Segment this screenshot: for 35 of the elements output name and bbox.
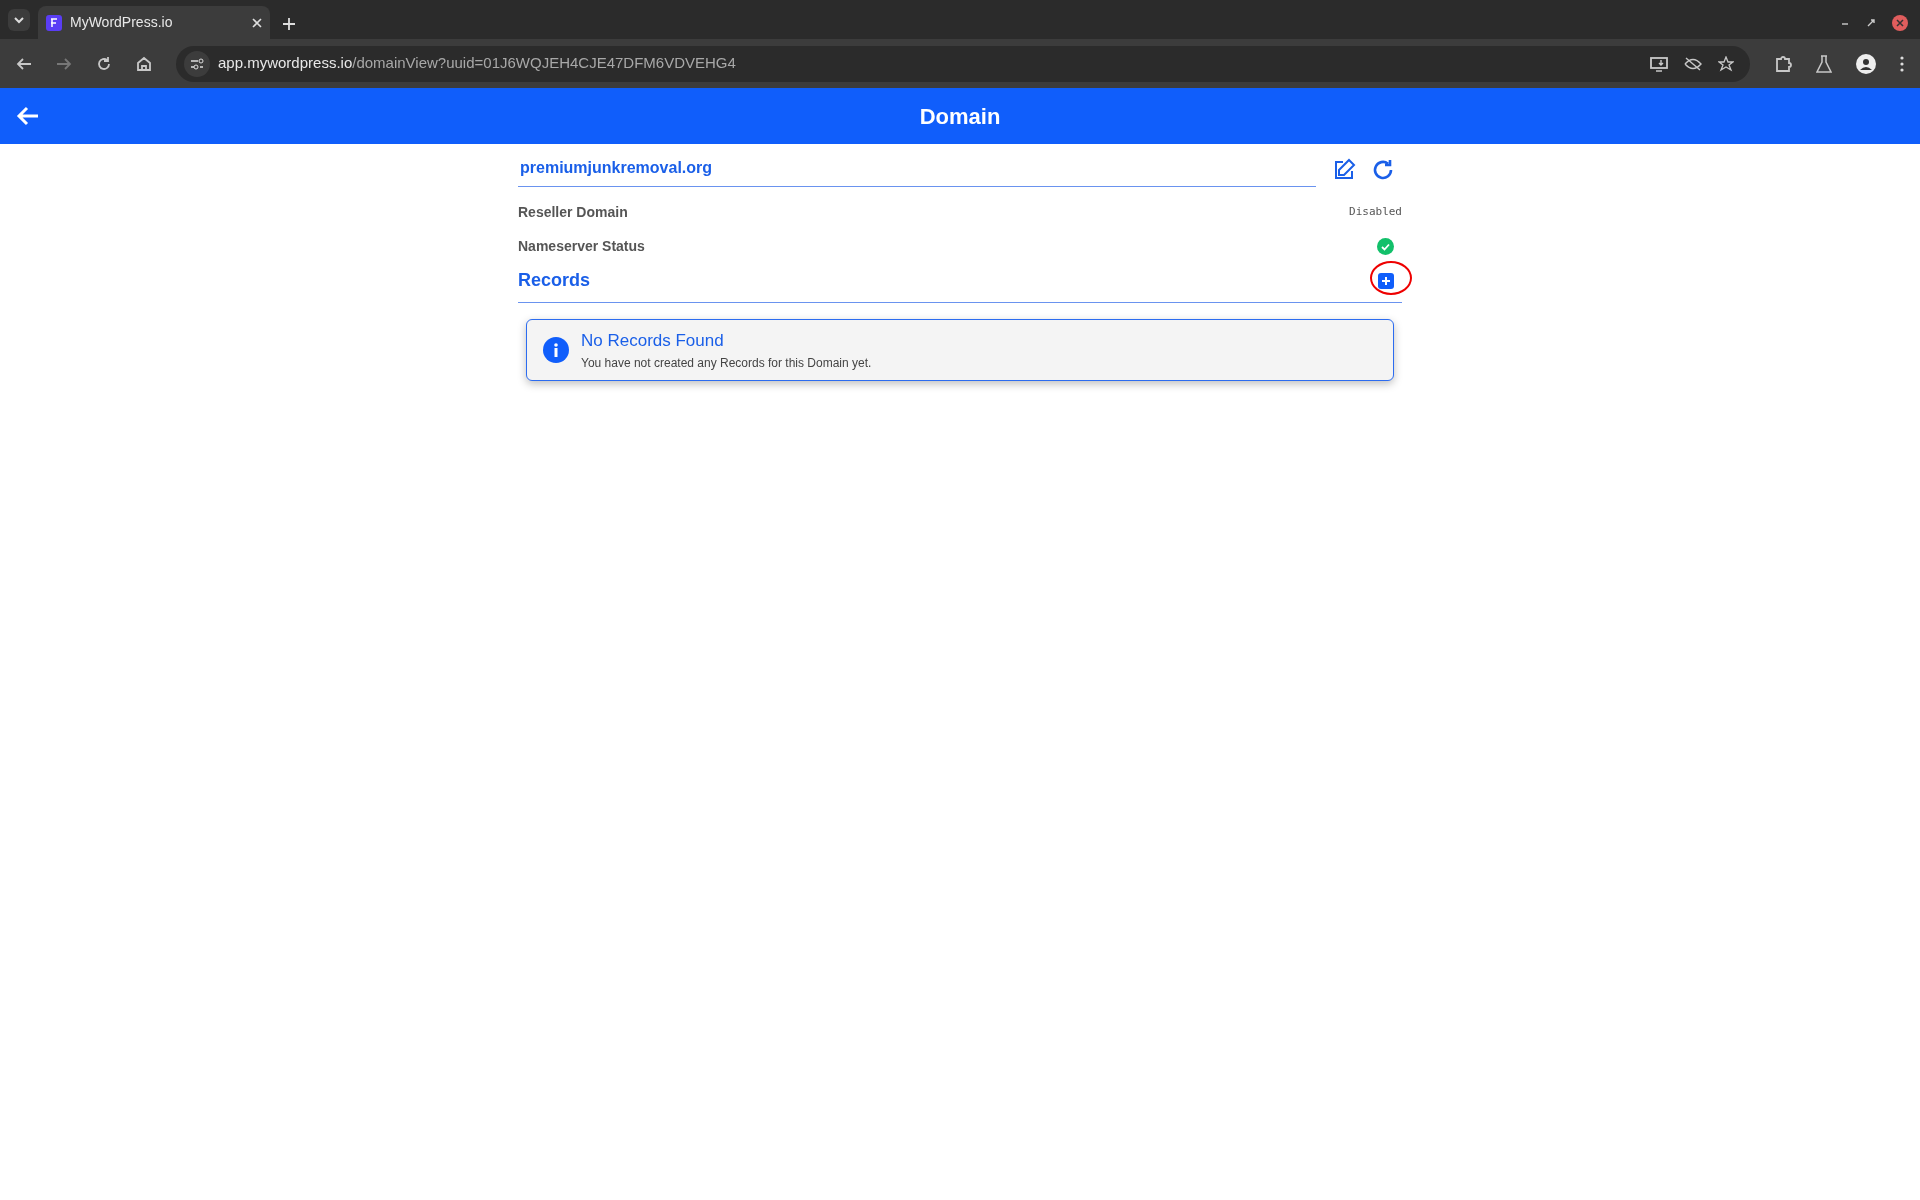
- profile-icon[interactable]: [1856, 53, 1876, 74]
- forward-icon[interactable]: [56, 55, 72, 72]
- eye-slash-icon[interactable]: [1684, 55, 1702, 72]
- alert-title: No Records Found: [581, 330, 725, 352]
- flask-icon[interactable]: [1816, 54, 1832, 73]
- extensions-icon[interactable]: [1774, 54, 1792, 73]
- menu-icon[interactable]: [1900, 55, 1904, 72]
- edit-icon[interactable]: [1332, 157, 1356, 182]
- tab-list-icon[interactable]: [8, 9, 30, 31]
- refresh-icon[interactable]: [1372, 158, 1394, 181]
- address-bar[interactable]: app.mywordpress.io/domainView?uuid=01J6WQJEH4CJE47DFM6VDVEHG4: [176, 45, 1750, 82]
- field-label: Reseller Domain: [518, 202, 628, 222]
- back-icon[interactable]: [16, 55, 32, 72]
- new-tab-icon[interactable]: [282, 17, 296, 31]
- field-label: Nameserver Status: [518, 236, 645, 256]
- site-settings-icon[interactable]: [184, 50, 210, 77]
- tab-title: MyWordPress.io: [70, 13, 174, 32]
- star-icon[interactable]: [1718, 55, 1734, 72]
- alert-message: You have not created any Records for this Domain yet.: [581, 354, 872, 372]
- add-icon[interactable]: [1378, 273, 1394, 290]
- site-logo-icon: [46, 14, 62, 31]
- section-title: Records: [518, 269, 591, 292]
- back-icon[interactable]: [16, 105, 40, 127]
- restore-icon[interactable]: [1866, 18, 1876, 28]
- url-text: app.mywordpress.io/domainView?uuid=01J6WQJEH4CJE47DFM6VDVEHG4: [218, 53, 737, 74]
- browser-tab[interactable]: MyWordPress.io: [38, 6, 270, 39]
- field-value: Disabled: [1349, 203, 1402, 220]
- domain-name-field[interactable]: premiumjunkremoval.org: [518, 152, 1316, 187]
- page-title: Domain: [919, 103, 1001, 129]
- reload-icon[interactable]: [96, 55, 112, 72]
- close-tab-icon[interactable]: [252, 17, 262, 28]
- install-app-icon[interactable]: [1650, 55, 1668, 72]
- home-icon[interactable]: [136, 55, 152, 72]
- close-window-icon[interactable]: [1892, 15, 1908, 31]
- info-icon: [543, 336, 569, 363]
